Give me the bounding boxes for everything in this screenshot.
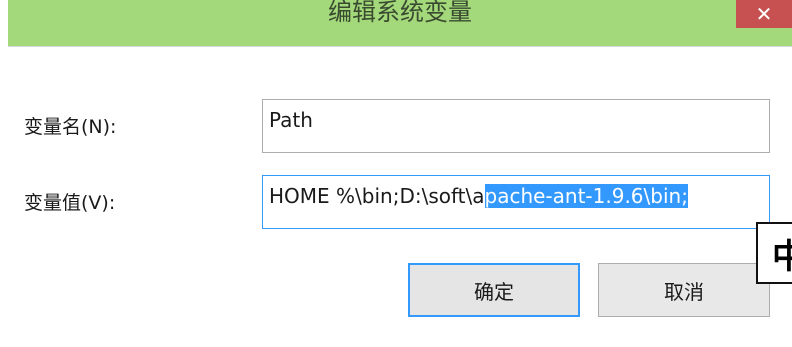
title-bar[interactable]: 编辑系统变量 ✕	[8, 0, 792, 46]
variable-value-unselected: HOME %\bin;D:\soft\a	[269, 184, 485, 208]
ime-indicator[interactable]: 中	[756, 222, 792, 284]
ok-button-label: 确定	[474, 279, 514, 304]
variable-value-label: 变量值(V):	[24, 192, 116, 214]
ok-button[interactable]: 确定	[408, 263, 580, 317]
variable-name-input[interactable]: Path	[262, 99, 770, 153]
dialog-body: 变量名(N): Path 变量值(V): HOME %\bin;D:\soft\…	[8, 46, 792, 343]
variable-value-selection: pache-ant-1.9.6\bin;	[484, 184, 688, 208]
cancel-button[interactable]: 取消	[598, 263, 770, 317]
edit-system-variable-dialog: 编辑系统变量 ✕ 变量名(N): Path 变量值(V): HOME %\bin…	[8, 0, 792, 343]
cancel-button-label: 取消	[664, 279, 704, 304]
ime-mode-label: 中	[772, 229, 792, 278]
dialog-title: 编辑系统变量	[328, 0, 472, 26]
variable-name-value: Path	[269, 108, 313, 132]
close-icon: ✕	[755, 2, 773, 26]
variable-value-input[interactable]: HOME %\bin;D:\soft\apache-ant-1.9.6\bin;	[262, 175, 770, 229]
variable-name-label: 变量名(N):	[24, 116, 117, 138]
variable-value-text: HOME %\bin;D:\soft\apache-ant-1.9.6\bin;	[269, 184, 688, 208]
close-button[interactable]: ✕	[736, 0, 792, 28]
